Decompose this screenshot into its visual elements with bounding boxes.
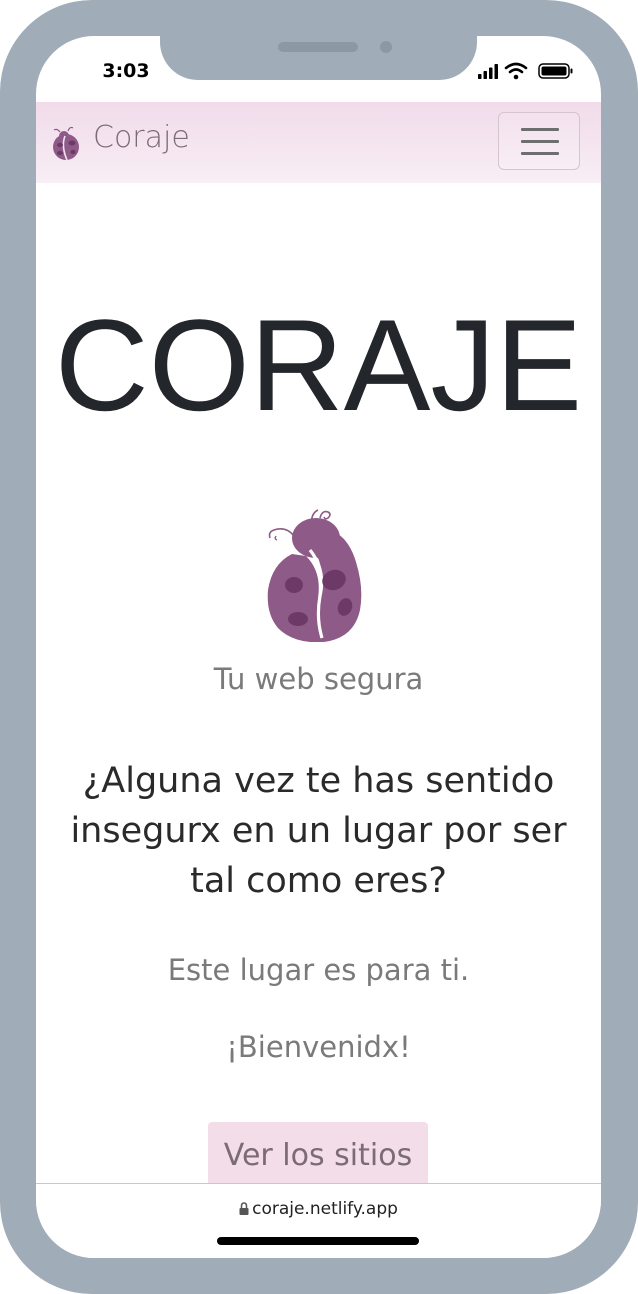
hamburger-menu-icon-bar xyxy=(521,152,559,155)
hero-question-line: ¿Alguna vez te has sentido xyxy=(82,761,555,801)
tagline: Tu web segura xyxy=(213,662,424,696)
url-text: coraje.netlify.app xyxy=(252,1199,398,1219)
wifi-icon xyxy=(504,62,528,80)
cellular-signal-icon xyxy=(478,64,498,79)
hero-question: ¿Alguna vez te has sentido insegurx en u… xyxy=(56,756,581,906)
battery-icon xyxy=(538,63,573,79)
browser-bottom-bar xyxy=(36,1183,601,1258)
status-time: 3:03 xyxy=(102,60,150,82)
intro-paragraph: Este lugar es para ti. xyxy=(167,953,470,987)
ladybug-logo-icon xyxy=(267,509,362,642)
welcome-paragraph: ¡Bienvenidx! xyxy=(226,1030,411,1064)
lock-icon xyxy=(239,1202,249,1215)
front-camera xyxy=(380,41,392,53)
speaker-grille xyxy=(278,42,358,52)
address-bar[interactable]: coraje.netlify.app xyxy=(36,1199,601,1219)
page-title: CORAJE xyxy=(54,292,583,438)
home-indicator[interactable] xyxy=(217,1237,419,1245)
ladybug-icon[interactable] xyxy=(51,126,83,162)
status-icons xyxy=(478,62,573,80)
hamburger-menu-icon-bar xyxy=(521,140,559,143)
navbar-brand[interactable]: Coraje xyxy=(93,120,190,155)
device-screen: Coraje CORAJE Tu web segura ¿Alguna vez … xyxy=(36,36,601,1258)
hamburger-menu-button[interactable] xyxy=(498,112,580,170)
hamburger-menu-icon xyxy=(521,128,559,131)
view-sites-button[interactable]: Ver los sitios xyxy=(208,1122,428,1190)
hero-question-line: insegurx en un lugar por ser xyxy=(70,811,567,851)
hero-question-line: tal como eres? xyxy=(190,861,447,901)
